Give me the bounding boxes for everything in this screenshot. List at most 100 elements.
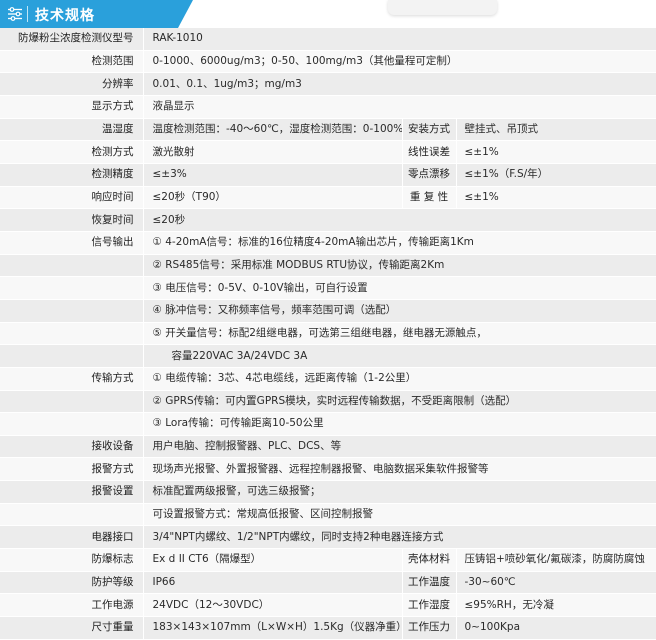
spec-label: 报警设置 bbox=[0, 480, 143, 504]
section-banner: 技术规格 bbox=[0, 0, 193, 28]
spec-value: Ex d II CT6（隔爆型） bbox=[142, 548, 402, 572]
spec-value: ① 电缆传输：3芯、4芯电缆线，远距离传输（1-2公里） bbox=[142, 367, 656, 391]
spec-label: 分辨率 bbox=[0, 72, 143, 96]
banner-divider bbox=[27, 6, 28, 22]
spec-label-secondary: 线性误差 bbox=[401, 140, 456, 164]
spec-value-secondary: 壁挂式、吊顶式 bbox=[455, 118, 656, 142]
spec-value: ≤20秒 bbox=[142, 208, 656, 232]
spec-value: 3/4"NPT内螺纹、1/2"NPT内螺纹，同时支持2种电器连接方式 bbox=[142, 525, 656, 550]
spec-row: 报警方式 现场声光报警、外置报警器、远程控制器报警、电脑数据采集软件报警等 bbox=[0, 457, 656, 482]
spec-value: 温度检测范围：-40～60℃，湿度检测范围：0-100%RH bbox=[142, 118, 402, 142]
spec-value: 24VDC（12～30VDC） bbox=[142, 593, 402, 618]
spec-row: 检测范围 0-1000、6000ug/m3；0-50、100mg/m3（其他量程可… bbox=[0, 50, 656, 74]
spec-row: 报警设置 标准配置两级报警，可选三级报警； bbox=[0, 480, 656, 504]
spec-value: RAK-1010 bbox=[142, 28, 656, 51]
spec-row: 响应时间 ≤20秒（T90）重 复 性 ≤±1% bbox=[0, 186, 656, 210]
sliders-icon bbox=[7, 6, 23, 22]
spec-value: 容量220VAC 3A/24VDC 3A bbox=[142, 344, 656, 368]
spec-value-secondary: 0~100Kpa bbox=[455, 616, 656, 640]
spec-row: 防爆粉尘浓度检测仪型号 RAK-1010 bbox=[0, 28, 656, 51]
spec-value-secondary: -30~60℃ bbox=[455, 571, 656, 595]
spec-value-secondary: ≤±1% bbox=[455, 140, 656, 164]
spec-value: 用户电脑、控制报警器、PLC、DCS、等 bbox=[142, 435, 656, 459]
spec-label: 防护等级 bbox=[0, 571, 143, 595]
spec-value: 可设置报警方式：常规高低报警、区间控制报警 bbox=[142, 503, 656, 527]
spec-value-secondary: ≤±1%（F.S/年） bbox=[455, 163, 656, 187]
spec-value: ④ 脉冲信号：又称频率信号，频率范围可调（选配） bbox=[142, 299, 656, 323]
spec-label-secondary: 工作压力 bbox=[401, 616, 456, 640]
spec-row: ② GPRS传输：可内置GPRS模块，实时远程传输数据，不受距离限制（选配） bbox=[0, 390, 656, 414]
spec-label: 恢复时间 bbox=[0, 208, 143, 232]
spec-value: ① 4-20mA信号：标准的16位精度4-20mA输出芯片，传输距离1Km bbox=[142, 231, 656, 255]
spec-value: 0.01、0.1、1ug/m3；mg/m3 bbox=[142, 72, 656, 96]
spec-table-body: 防爆粉尘浓度检测仪型号 RAK-1010 检测范围 0-1000、6000ug/m3；… bbox=[0, 28, 656, 640]
spec-row: 分辨率 0.01、0.1、1ug/m3；mg/m3 bbox=[0, 72, 656, 96]
spec-row: ② RS485信号：采用标准 MODBUS RTU协议，传输距离2Km bbox=[0, 254, 656, 278]
spec-label: 防爆标志 bbox=[0, 548, 143, 572]
spec-label: 温湿度 bbox=[0, 118, 143, 142]
spec-label bbox=[0, 344, 143, 368]
spec-value: ③ 电压信号：0-5V、0-10V输出，可自行设置 bbox=[142, 276, 656, 300]
spec-label-secondary: 零点漂移 bbox=[401, 163, 456, 187]
spec-value-secondary: ≤95%RH，无冷凝 bbox=[455, 593, 656, 618]
spec-row: 防护等级 IP66 工作温度 -30~60℃ bbox=[0, 571, 656, 595]
spec-value-secondary: ≤±1% bbox=[455, 186, 656, 210]
spec-row: 电器接口 3/4"NPT内螺纹、1/2"NPT内螺纹，同时支持2种电器连接方式 bbox=[0, 525, 656, 550]
spec-label-secondary: 重 复 性 bbox=[401, 186, 456, 210]
spec-label: 接收设备 bbox=[0, 435, 143, 459]
spec-row: 信号输出 ① 4-20mA信号：标准的16位精度4-20mA输出芯片，传输距离1K… bbox=[0, 231, 656, 255]
spec-label bbox=[0, 322, 143, 346]
spec-row: ⑤ 开关量信号：标配2组继电器，可选第三组继电器，继电器无源触点， bbox=[0, 322, 656, 346]
spec-value: ③ Lora传输：可传输距离10-50公里 bbox=[142, 412, 656, 436]
spec-label-secondary: 壳体材料 bbox=[401, 548, 456, 572]
spec-value: ② RS485信号：采用标准 MODBUS RTU协议，传输距离2Km bbox=[142, 254, 656, 278]
spec-row: ③ Lora传输：可传输距离10-50公里 bbox=[0, 412, 656, 436]
product-image-edge bbox=[388, 0, 497, 15]
spec-row: 可设置报警方式：常规高低报警、区间控制报警 bbox=[0, 503, 656, 527]
spec-row: 工作电源 24VDC（12～30VDC） 工作湿度 ≤95%RH，无冷凝 bbox=[0, 593, 656, 618]
spec-value: 183×143×107mm（L×W×H）1.5Kg（仪器净重） bbox=[142, 616, 402, 640]
spec-label: 检测方式 bbox=[0, 140, 143, 164]
spec-row: 防爆标志 Ex d II CT6（隔爆型） 壳体材料 压铸铝+喷砂氧化/氟碳漆，防腐防… bbox=[0, 548, 656, 572]
spec-label bbox=[0, 276, 143, 300]
spec-label-secondary: 工作温度 bbox=[401, 571, 456, 595]
spec-label: 尺寸重量 bbox=[0, 616, 143, 640]
spec-label: 检测精度 bbox=[0, 163, 143, 187]
spec-value: ≤20秒（T90） bbox=[142, 186, 402, 210]
spec-row: 尺寸重量 183×143×107mm（L×W×H）1.5Kg（仪器净重） 工作压力 0… bbox=[0, 616, 656, 640]
spec-value: 0-1000、6000ug/m3；0-50、100mg/m3（其他量程可定制） bbox=[142, 50, 656, 74]
spec-label bbox=[0, 412, 143, 436]
spec-value: 激光散射 bbox=[142, 140, 402, 164]
spec-row: ④ 脉冲信号：又称频率信号，频率范围可调（选配） bbox=[0, 299, 656, 323]
spec-label: 显示方式 bbox=[0, 95, 143, 119]
spec-label: 信号输出 bbox=[0, 231, 143, 255]
spec-row: 接收设备 用户电脑、控制报警器、PLC、DCS、等 bbox=[0, 435, 656, 459]
spec-row: 显示方式 液晶显示 bbox=[0, 95, 656, 119]
spec-label bbox=[0, 503, 143, 527]
spec-label: 工作电源 bbox=[0, 593, 143, 618]
spec-value: 标准配置两级报警，可选三级报警； bbox=[142, 480, 656, 504]
spec-label: 响应时间 bbox=[0, 186, 143, 210]
spec-row: 检测方式 激光散射 线性误差 ≤±1% bbox=[0, 140, 656, 164]
spec-label-secondary: 工作湿度 bbox=[401, 593, 456, 618]
spec-label bbox=[0, 254, 143, 278]
spec-value: ⑤ 开关量信号：标配2组继电器，可选第三组继电器，继电器无源触点， bbox=[142, 322, 656, 346]
spec-value: 现场声光报警、外置报警器、远程控制器报警、电脑数据采集软件报警等 bbox=[142, 457, 656, 482]
spec-label: 报警方式 bbox=[0, 457, 143, 482]
spec-label-secondary: 安装方式 bbox=[401, 118, 456, 142]
spec-row: 温湿度 温度检测范围：-40～60℃，湿度检测范围：0-100%RH 安装方式 壁挂式… bbox=[0, 118, 656, 142]
spec-row: 恢复时间 ≤20秒 bbox=[0, 208, 656, 232]
spec-value: ② GPRS传输：可内置GPRS模块，实时远程传输数据，不受距离限制（选配） bbox=[142, 390, 656, 414]
spec-row: 传输方式 ① 电缆传输：3芯、4芯电缆线，远距离传输（1-2公里） bbox=[0, 367, 656, 391]
spec-value: ≤±3% bbox=[142, 163, 402, 187]
spec-value: IP66 bbox=[142, 571, 402, 595]
spec-label: 防爆粉尘浓度检测仪型号 bbox=[0, 28, 143, 51]
spec-table: 防爆粉尘浓度检测仪型号 RAK-1010 检测范围 0-1000、6000ug/m3；… bbox=[0, 28, 656, 640]
spec-value-secondary: 压铸铝+喷砂氧化/氟碳漆，防腐防腐蚀 bbox=[455, 548, 656, 572]
spec-row: 容量220VAC 3A/24VDC 3A bbox=[0, 344, 656, 368]
spec-label: 电器接口 bbox=[0, 525, 143, 550]
spec-label: 检测范围 bbox=[0, 50, 143, 74]
spec-label bbox=[0, 299, 143, 323]
section-title: 技术规格 bbox=[35, 8, 95, 24]
spec-label: 传输方式 bbox=[0, 367, 143, 391]
